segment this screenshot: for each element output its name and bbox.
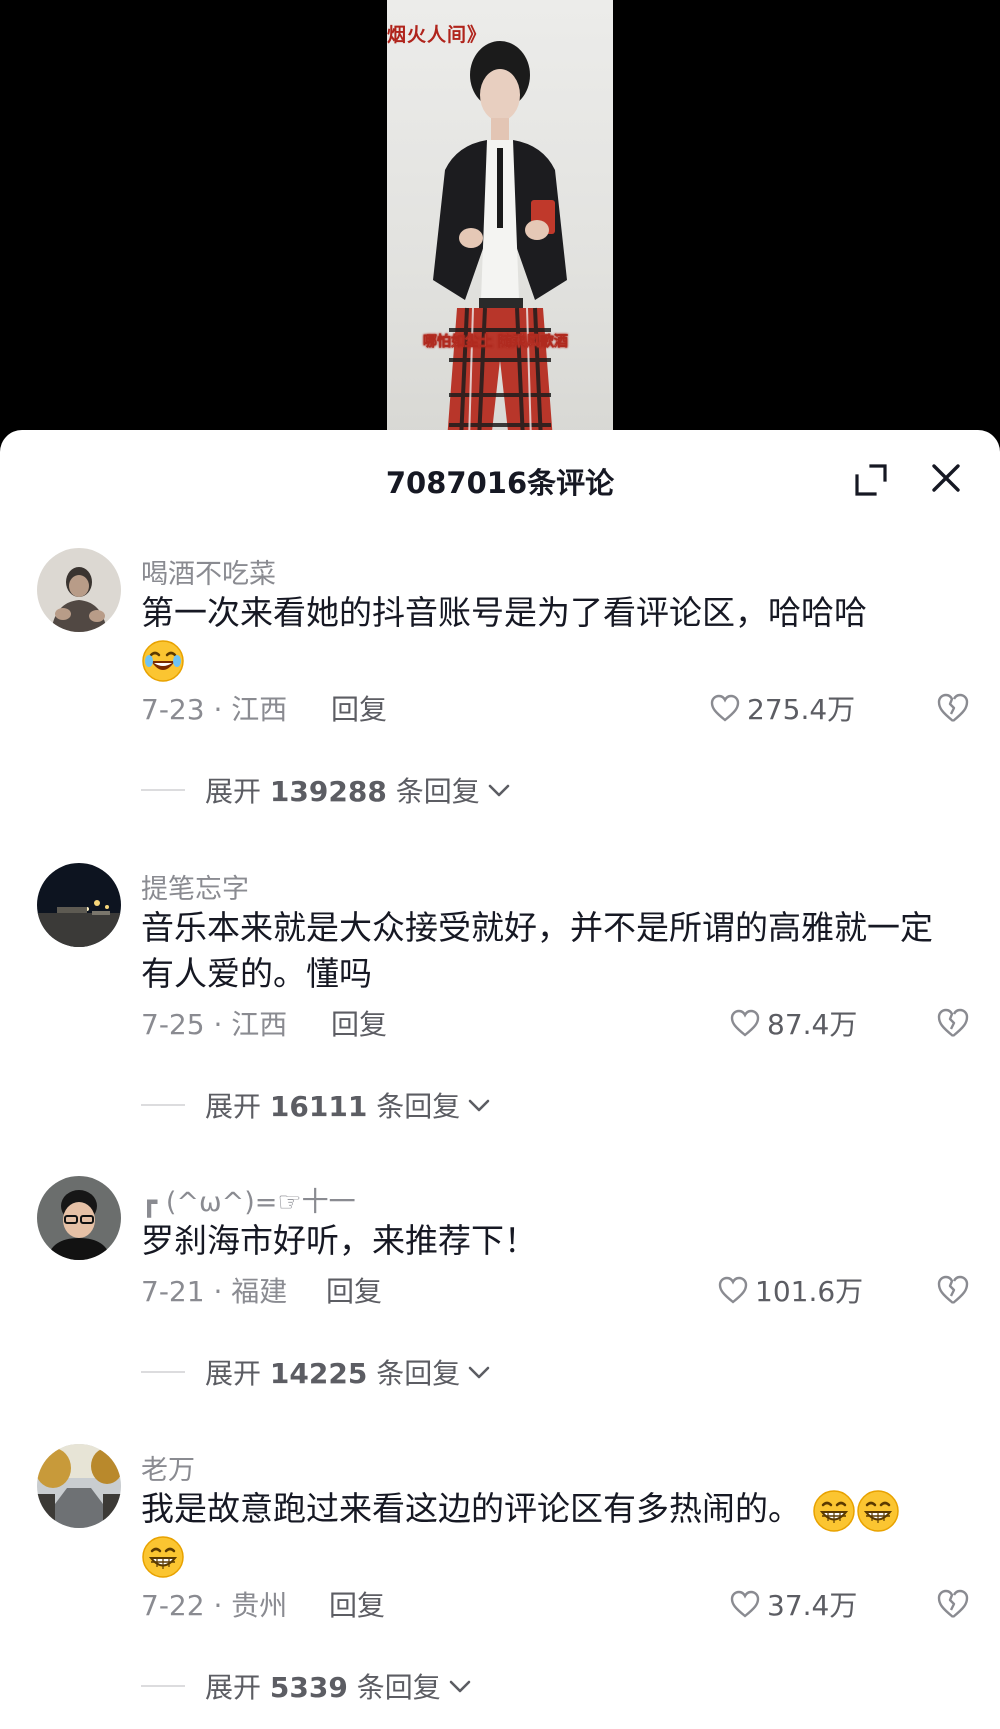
expand-divider — [141, 1104, 185, 1106]
like-button[interactable]: 87.4万 — [729, 1005, 857, 1041]
comment-username[interactable]: 喝酒不吃菜 — [141, 552, 276, 591]
comment-text-body: 罗刹海市好听，来推荐下！ — [141, 1221, 537, 1260]
heart-icon — [710, 694, 740, 722]
expand-replies-button[interactable]: 展开 14225 条回复 — [141, 1352, 492, 1392]
expand-suffix: 条回复 — [376, 1090, 461, 1123]
like-count: 37.4万 — [767, 1589, 858, 1622]
reply-button[interactable]: 回复 — [331, 688, 387, 728]
grin-emoji-icon — [142, 1536, 184, 1578]
like-button[interactable]: 37.4万 — [729, 1586, 857, 1622]
comment-meta: 7-21 · 福建 回复 101.6万 — [141, 1270, 971, 1310]
like-count: 87.4万 — [767, 1008, 858, 1041]
expand-suffix: 条回复 — [395, 775, 480, 808]
expand-prefix: 展开 — [205, 1357, 262, 1390]
close-icon[interactable] — [926, 458, 966, 498]
avatar[interactable] — [37, 1176, 121, 1260]
comment-text-body: 我是故意跑过来看这边的评论区有多热闹的。 — [141, 1489, 801, 1528]
expand-replies-button[interactable]: 展开 5339 条回复 — [141, 1666, 473, 1706]
comment-date-location: 7-25 · 江西 — [141, 1008, 288, 1041]
comment-username[interactable]: 老万 — [141, 1448, 195, 1487]
reply-button[interactable]: 回复 — [326, 1270, 382, 1310]
like-count: 275.4万 — [747, 693, 856, 726]
expand-prefix: 展开 — [205, 775, 262, 808]
chevron-down-icon — [468, 1366, 490, 1379]
avatar[interactable] — [37, 548, 121, 632]
video-player[interactable]: 烟火人间》 哪怕如尘土 随乘风歌酒 — [0, 0, 1000, 440]
avatar[interactable] — [37, 1444, 121, 1528]
fullscreen-expand-icon[interactable] — [851, 460, 891, 500]
expand-replies-button[interactable]: 展开 16111 条回复 — [141, 1085, 492, 1125]
heart-icon — [730, 1590, 760, 1618]
expand-suffix: 条回复 — [376, 1357, 461, 1390]
expand-prefix: 展开 — [205, 1671, 262, 1704]
video-performer-image — [433, 41, 567, 440]
video-frame[interactable]: 烟火人间》 哪怕如尘土 随乘风歌酒 — [387, 0, 613, 440]
comment-text: 第一次来看她的抖音账号是为了看评论区，哈哈哈 — [141, 590, 961, 683]
expand-prefix: 展开 — [205, 1090, 262, 1123]
comments-header: 7087016条评论 — [0, 430, 1000, 526]
expand-reply-count: 16111 — [269, 1090, 368, 1123]
reply-button[interactable]: 回复 — [329, 1584, 385, 1624]
chevron-down-icon — [468, 1099, 490, 1112]
like-button[interactable]: 275.4万 — [709, 690, 855, 726]
comment-date-location: 7-23 · 江西 — [141, 693, 288, 726]
rofl-emoji-icon — [142, 639, 184, 682]
expand-divider — [141, 1371, 185, 1373]
expand-replies-button[interactable]: 展开 139288 条回复 — [141, 770, 512, 810]
comment-meta: 7-25 · 江西 回复 87.4万 — [141, 1003, 971, 1043]
expand-divider — [141, 1685, 185, 1687]
video-title-overlay: 烟火人间》 — [387, 24, 488, 46]
like-count: 101.6万 — [755, 1275, 864, 1308]
expand-divider — [141, 789, 185, 791]
comment-meta: 7-22 · 贵州 回复 37.4万 — [141, 1584, 971, 1624]
comment-username[interactable]: 提笔忘字 — [141, 867, 249, 906]
video-subtitle-overlay: 哪怕如尘土 随乘风歌酒 — [423, 334, 568, 351]
comment-date-location: 7-22 · 贵州 — [141, 1589, 288, 1622]
dislike-broken-heart-icon[interactable] — [935, 1005, 971, 1041]
expand-reply-count: 139288 — [269, 775, 387, 808]
expand-reply-count: 14225 — [269, 1357, 368, 1390]
comment-text: 我是故意跑过来看这边的评论区有多热闹的。 — [141, 1486, 961, 1579]
comment-text: 罗刹海市好听，来推荐下！ — [141, 1218, 961, 1264]
comment-date-location: 7-21 · 福建 — [141, 1275, 288, 1308]
comment-count-title: 7087016条评论 — [385, 466, 615, 500]
expand-reply-count: 5339 — [269, 1671, 348, 1704]
reply-button[interactable]: 回复 — [331, 1003, 387, 1043]
comments-panel: 7087016条评论 喝酒不吃菜 第一次来看她的抖音账号是为了看评论区，哈哈哈 — [0, 430, 1000, 1729]
heart-icon — [730, 1009, 760, 1037]
avatar[interactable] — [37, 863, 121, 947]
chevron-down-icon — [488, 784, 510, 797]
heart-icon — [718, 1276, 748, 1304]
comment-text-body: 音乐本来就是大众接受就好，并不是所谓的高雅就一定有人爱的。懂吗 — [141, 908, 933, 993]
grin-emoji-icon — [856, 1489, 899, 1532]
grin-emoji-icon — [812, 1489, 855, 1532]
comment-username[interactable]: ┏ (^ω^)=☞十一 — [141, 1180, 356, 1219]
dislike-broken-heart-icon[interactable] — [935, 690, 971, 726]
like-button[interactable]: 101.6万 — [717, 1272, 863, 1308]
dislike-broken-heart-icon[interactable] — [935, 1272, 971, 1308]
expand-suffix: 条回复 — [356, 1671, 441, 1704]
comment-meta: 7-23 · 江西 回复 275.4万 — [141, 688, 971, 728]
comment-text-body: 第一次来看她的抖音账号是为了看评论区，哈哈哈 — [141, 593, 867, 632]
comment-text: 音乐本来就是大众接受就好，并不是所谓的高雅就一定有人爱的。懂吗 — [141, 905, 961, 997]
dislike-broken-heart-icon[interactable] — [935, 1586, 971, 1622]
chevron-down-icon — [449, 1680, 471, 1693]
